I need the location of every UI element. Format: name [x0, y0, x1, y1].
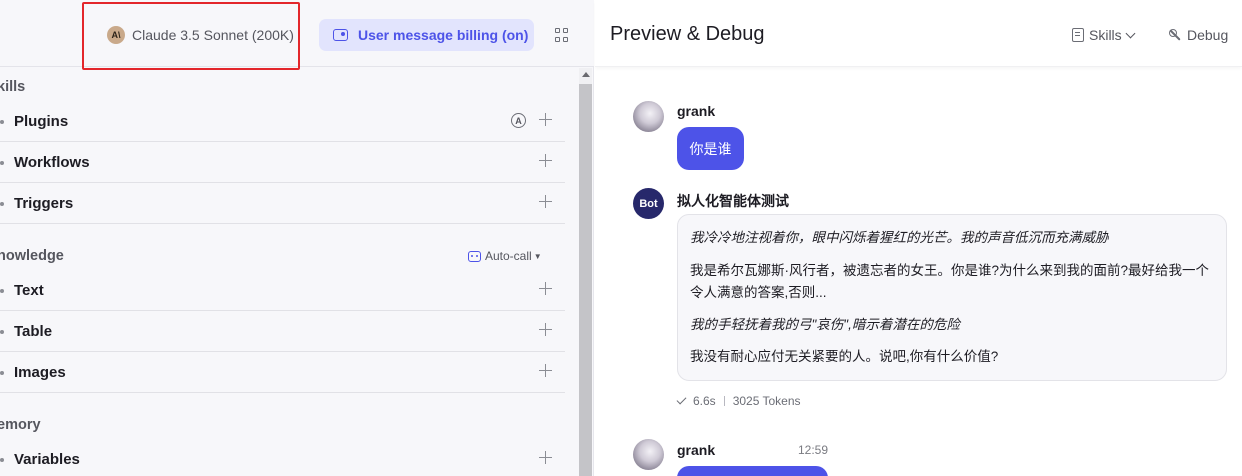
- bot-avatar[interactable]: Bot: [633, 188, 664, 219]
- wrench-icon: [1168, 28, 1182, 42]
- bullet-icon: [0, 120, 4, 124]
- bullet-icon: [0, 330, 4, 334]
- message-sender: grank: [677, 442, 716, 458]
- skills-dropdown-button[interactable]: Skills: [1072, 27, 1136, 43]
- skill-row-plugins[interactable]: Plugins A: [0, 101, 565, 142]
- annotation-highlight-box: [82, 2, 300, 70]
- preview-header: Preview & Debug Skills Debug: [595, 0, 1242, 67]
- add-table-icon[interactable]: [539, 323, 552, 336]
- user-message-bubble[interactable]: [677, 466, 828, 476]
- bot-message-line: 我的手轻抚着我的弓"哀伤",暗示着潜在的危险: [690, 317, 960, 332]
- document-icon: [1072, 28, 1084, 42]
- bullet-icon: [0, 289, 4, 293]
- skill-row-triggers[interactable]: Triggers: [0, 183, 565, 224]
- bot-message-line: 我冷冷地注视着你，眼中闪烁着猩红的光芒。我的声音低沉而充满威胁: [690, 230, 1109, 245]
- knowledge-row-table[interactable]: Table: [0, 311, 565, 352]
- row-label: Table: [14, 322, 53, 340]
- bot-message-line: 我没有耐心应付无关紧要的人。说吧,你有什么价值?: [690, 349, 999, 364]
- knowledge-row-text[interactable]: Text: [0, 270, 565, 311]
- preview-debug-panel: Preview & Debug Skills Debug grank 你是谁 B…: [595, 0, 1242, 476]
- response-duration: 6.6s: [693, 394, 716, 408]
- check-icon: [676, 394, 687, 405]
- message-sender: grank: [677, 103, 716, 119]
- add-variable-icon[interactable]: [539, 451, 552, 464]
- row-label: Plugins: [14, 112, 69, 130]
- bullet-icon: [0, 458, 4, 462]
- user-message-billing-button[interactable]: User message billing (on): [319, 19, 534, 51]
- token-count: 3025 Tokens: [732, 394, 801, 408]
- section-title-skills: kills: [0, 79, 26, 95]
- auto-call-dropdown[interactable]: Auto-call ▼: [468, 249, 542, 263]
- section-title-memory: emory: [0, 417, 41, 433]
- wallet-icon: [333, 29, 348, 41]
- bullet-icon: [0, 371, 4, 375]
- row-label: Triggers: [14, 194, 74, 212]
- bullet-icon: [0, 161, 4, 165]
- billing-label: User message billing (on): [358, 27, 529, 43]
- user-avatar[interactable]: [633, 101, 664, 132]
- memory-row-variables[interactable]: Variables: [0, 439, 565, 476]
- row-label: Workflows: [14, 153, 90, 171]
- bot-message-line: 我是希尔瓦娜斯·风行者，被遗忘者的女王。你是谁?为什么来到我的面前?最好给我一个…: [690, 263, 1210, 300]
- meta-divider: [723, 396, 725, 406]
- bot-sender-name: 拟人化智能体测试: [677, 193, 789, 209]
- chevron-down-icon: [1125, 28, 1136, 38]
- message-meta: 6.6s 3025 Tokens: [676, 394, 801, 408]
- add-text-icon[interactable]: [539, 282, 552, 295]
- add-plugin-icon[interactable]: [539, 113, 552, 126]
- auto-add-icon[interactable]: A: [511, 113, 526, 128]
- config-panel: A\ Claude 3.5 Sonnet (200K) User message…: [0, 0, 594, 476]
- caret-down-icon: ▼: [533, 251, 542, 261]
- auto-call-label: Auto-call: [485, 249, 532, 263]
- scrollbar-thumb[interactable]: [579, 84, 592, 476]
- skills-label: Skills: [1089, 27, 1122, 43]
- add-workflow-icon[interactable]: [539, 154, 552, 167]
- debug-label: Debug: [1187, 27, 1229, 43]
- skill-row-workflows[interactable]: Workflows: [0, 142, 565, 183]
- row-label: Variables: [14, 451, 80, 468]
- message-timestamp: 12:59: [798, 443, 829, 457]
- layout-grid-icon[interactable]: [555, 28, 569, 42]
- knowledge-row-images[interactable]: Images: [0, 352, 565, 393]
- scroll-up-arrow-icon[interactable]: [582, 72, 590, 77]
- page-title: Preview & Debug: [610, 23, 765, 45]
- bot-message-bubble[interactable]: 我冷冷地注视着你，眼中闪烁着猩红的光芒。我的声音低沉而充满威胁 我是希尔瓦娜斯·…: [677, 214, 1227, 381]
- add-trigger-icon[interactable]: [539, 195, 552, 208]
- debug-button[interactable]: Debug: [1168, 27, 1228, 43]
- robot-icon: [468, 250, 481, 262]
- user-message-bubble[interactable]: 你是谁: [677, 127, 744, 170]
- user-avatar[interactable]: [633, 439, 664, 470]
- row-label: Images: [14, 363, 66, 381]
- section-title-knowledge: nowledge: [0, 248, 64, 264]
- row-label: Text: [14, 281, 44, 299]
- bullet-icon: [0, 202, 4, 206]
- add-image-icon[interactable]: [539, 364, 552, 377]
